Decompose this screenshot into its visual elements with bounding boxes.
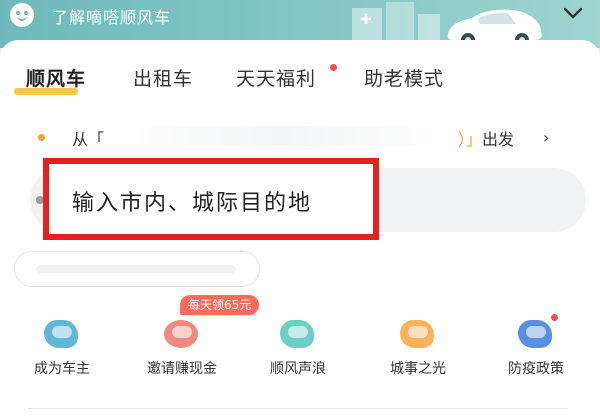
start-point-dot xyxy=(38,134,45,141)
service-label: 城事之光 xyxy=(390,361,446,377)
car-owner-icon xyxy=(42,316,82,350)
tab-taxi[interactable]: 出租车 xyxy=(133,64,193,91)
sound-wave-icon xyxy=(278,316,318,350)
smile-logo-icon xyxy=(10,3,34,27)
tab-elderly-mode[interactable]: 助老模式 xyxy=(364,64,444,91)
service-label: 邀请赚现金 xyxy=(147,361,217,377)
from-suffix: ）」 xyxy=(458,130,483,149)
banner-title[interactable]: 了解嘀嗒顺风车 xyxy=(52,4,171,28)
start-address-blurred[interactable] xyxy=(110,126,455,146)
service-label: 防疫政策 xyxy=(508,361,564,377)
destination-placeholder[interactable]: 输入市内、城际目的地 xyxy=(72,185,312,217)
shield-plus-icon: ✚ xyxy=(360,12,372,28)
pill-blurred-content xyxy=(36,265,236,273)
notification-dot xyxy=(551,314,558,321)
tab-carpool[interactable]: 顺风车 xyxy=(26,64,86,91)
service-invite-cash[interactable]: 邀请赚现金 xyxy=(134,316,230,378)
chevron-right-icon[interactable]: › xyxy=(543,128,549,147)
epidemic-policy-icon xyxy=(516,314,558,350)
service-epidemic-policy[interactable]: 防疫政策 xyxy=(488,314,584,378)
chevron-down-icon[interactable] xyxy=(562,6,584,20)
service-become-driver[interactable]: 成为车主 xyxy=(14,316,110,378)
service-sound-wave[interactable]: 顺风声浪 xyxy=(250,316,346,378)
service-label: 顺风声浪 xyxy=(270,361,326,377)
notification-dot xyxy=(330,64,337,71)
city-light-icon xyxy=(398,316,438,350)
invite-cash-icon xyxy=(162,316,202,350)
divider xyxy=(28,408,568,409)
service-city-light[interactable]: 城事之光 xyxy=(370,316,466,378)
from-prefix: 从「 xyxy=(72,130,105,149)
promo-badge: 每天领65元 xyxy=(180,295,260,315)
depart-label[interactable]: 出发 xyxy=(482,126,514,150)
tab-daily-benefits[interactable]: 天天福利 xyxy=(236,64,316,91)
service-label: 成为车主 xyxy=(34,361,90,377)
